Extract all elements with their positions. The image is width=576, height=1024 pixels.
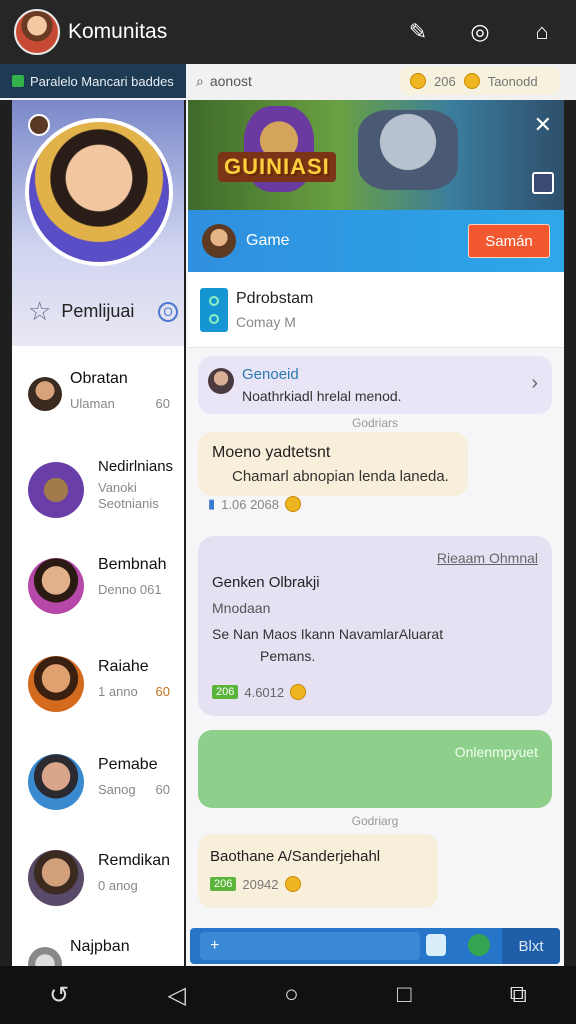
message-bubble[interactable]: Baothane A/Sanderjehahl 206 20942 [198, 834, 438, 908]
sticker-icon[interactable] [468, 934, 490, 956]
tag-badge: 206 [212, 685, 239, 699]
coin-icon [463, 73, 480, 89]
group-row[interactable]: Pdrobstam Comay M [188, 272, 564, 348]
sidebar: ☆ Pemlijuai O Obratan Ulaman 60 Nedirlni… [12, 100, 184, 966]
contact-item[interactable]: Obratan Ulaman 60 [12, 346, 184, 442]
sender-avatar [208, 368, 234, 394]
message-meta: ▮ 1.06 2068 [208, 496, 301, 512]
coin-icon [410, 73, 426, 89]
message-meta: 206 20942 [210, 876, 301, 892]
contact-avatar [28, 558, 84, 614]
attach-icon[interactable] [426, 934, 446, 956]
message-meta: 206 4.6012 [212, 684, 307, 700]
home-icon[interactable]: ⌂ [528, 18, 556, 46]
promo-banner[interactable]: Paralelo Mancari baddes [0, 64, 186, 98]
contact-item[interactable]: Raiahe 1 anno 60 [12, 636, 184, 732]
tag-badge: 206 [210, 877, 237, 891]
edit-icon[interactable]: ✎ [404, 18, 432, 46]
search-bar[interactable]: ⌕ aonost [196, 67, 394, 95]
date-separator: Godriars [351, 416, 398, 430]
home-circle-icon[interactable]: ○ [284, 981, 299, 1009]
contact-avatar [28, 947, 62, 966]
compose-bar: + Blxt [190, 928, 560, 964]
thumb-icon: ▮ [208, 496, 216, 511]
game-action-button[interactable]: Samán [468, 224, 550, 258]
game-avatar[interactable] [202, 224, 236, 258]
contact-item[interactable]: Pemabe Sanog 60 [12, 734, 184, 830]
message-bubble[interactable]: Rieaam Ohmnal Genken Olbrakji Mnodaan Se… [198, 536, 552, 716]
info-icon[interactable]: O [158, 301, 178, 322]
screenshot-icon[interactable]: ⧉ [510, 981, 527, 1009]
contact-item[interactable]: Nedirlnians Vanoki Seotnianis [12, 442, 184, 538]
chevron-right-icon[interactable]: › [531, 372, 538, 395]
mini-avatar[interactable] [28, 114, 50, 136]
coin-balance[interactable]: 206 Taonodd [400, 67, 560, 95]
send-button[interactable]: Blxt [502, 928, 560, 964]
recents-icon[interactable]: □ [397, 981, 412, 1009]
pinned-message[interactable]: Genoeid Noathrkiadl hrelal menod. › [198, 356, 552, 414]
grid-icon[interactable] [532, 172, 554, 194]
system-nav-bar: ↺ ◁ ○ □ ⧉ [0, 966, 576, 1024]
banner-knight-art [358, 110, 458, 190]
group-icon [200, 287, 228, 332]
sub-header: Paralelo Mancari baddes ⌕ aonost 206 Tao… [0, 64, 576, 100]
star-icon[interactable]: ☆ [28, 296, 51, 327]
profile-label-row[interactable]: ☆ Pemlijuai O [28, 296, 178, 327]
contact-avatar [28, 754, 84, 810]
profile-avatar[interactable] [25, 118, 173, 266]
contact-avatar [28, 377, 62, 411]
date-separator: Godriarg [351, 814, 399, 828]
contact-item[interactable]: Najpban [12, 916, 184, 966]
close-icon[interactable]: ✕ [534, 112, 552, 138]
message-input[interactable]: + [200, 932, 420, 960]
emoji-icon [285, 496, 301, 512]
search-icon: ⌕ [196, 72, 204, 89]
rotate-icon[interactable]: ↺ [49, 981, 69, 1010]
back-icon[interactable]: ◁ [167, 981, 185, 1010]
contact-item[interactable]: Remdikan 0 anog [12, 830, 184, 926]
contact-avatar [28, 850, 84, 906]
app-title: Komunitas [68, 20, 168, 43]
game-icon[interactable]: ◎ [466, 18, 494, 46]
game-banner[interactable]: GUINIASI ✕ [188, 100, 564, 210]
contact-avatar [28, 462, 84, 518]
message-bubble[interactable]: Moeno yadtetsnt Chamarl abnopian lenda l… [198, 432, 468, 496]
app-header: Komunitas ✎ ◎ ⌂ [0, 0, 576, 64]
chat-panel: GUINIASI ✕ Game Samán Pdrobstam Comay M … [186, 100, 564, 966]
message-bubble[interactable]: Onlenmpyuet [198, 730, 552, 808]
green-badge-icon [12, 75, 24, 87]
emoji-icon [290, 684, 307, 700]
user-avatar[interactable] [14, 9, 60, 55]
contact-item[interactable]: Bembnah Denno 061 [12, 538, 184, 634]
emoji-icon [284, 876, 301, 892]
game-bar: Game Samán [188, 210, 564, 272]
contact-avatar [28, 656, 84, 712]
banner-logo: GUINIASI [218, 152, 336, 182]
